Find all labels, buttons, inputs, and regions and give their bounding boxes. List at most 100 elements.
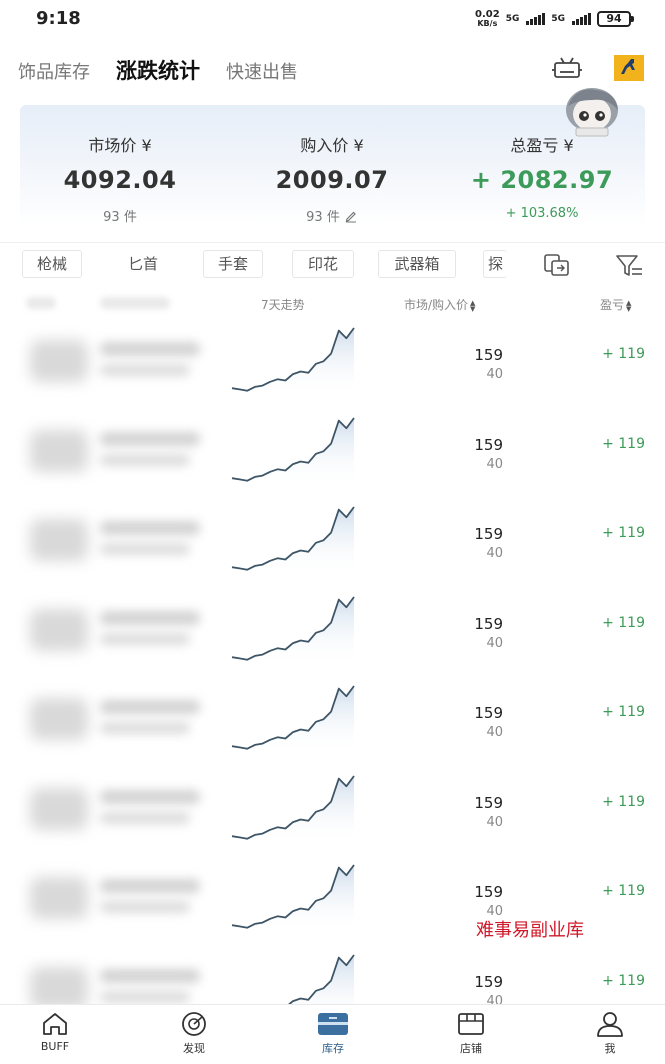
- header-blurred-2: [100, 297, 170, 309]
- table-row[interactable]: 159 40 + 119: [0, 768, 665, 858]
- purchase-count-wrap: 93 件: [232, 206, 432, 225]
- item-thumbnail: [30, 519, 88, 561]
- filter-chip-gloves[interactable]: 手套: [203, 250, 263, 278]
- table-row[interactable]: 159 40 + 119: [0, 410, 665, 500]
- discover-icon: [182, 1012, 206, 1036]
- item-thumbnail: [30, 877, 88, 919]
- net-speed-unit: KB/s: [477, 19, 498, 28]
- table-row[interactable]: 159 40 + 119: [0, 678, 665, 768]
- trend-sparkline: [231, 774, 355, 844]
- robot-icon[interactable]: [552, 56, 582, 80]
- mascot-sticker: [566, 88, 618, 137]
- item-subname-blurred: [100, 543, 190, 555]
- profit-value: + 119: [602, 346, 645, 362]
- profit-value: + 119: [602, 614, 645, 631]
- purchase-price-value: 2009.07: [275, 166, 389, 194]
- edit-icon[interactable]: [344, 209, 358, 223]
- profit-value: + 119: [602, 883, 645, 899]
- summary-market: 市场价 ¥ 4092.04 93 件: [20, 105, 220, 225]
- filter-chip-more[interactable]: 探: [483, 250, 507, 278]
- item-name-blurred: [100, 521, 200, 535]
- item-thumbnail: [30, 787, 88, 830]
- profile-icon: [597, 1012, 623, 1037]
- list-column-header: 7天走势 市场/购入价 ▲ ▼ 盈亏 ▲ ▼: [0, 292, 665, 316]
- item-subname-blurred: [100, 811, 190, 824]
- market-price-label: 市场价 ¥: [88, 136, 152, 155]
- table-row[interactable]: 159 40 + 119: [0, 320, 665, 410]
- filter-chip-knives[interactable]: 匕首: [110, 250, 176, 278]
- item-thumbnail: [30, 429, 88, 472]
- market-count: 93 件: [103, 210, 137, 225]
- market-price: 159: [474, 704, 503, 722]
- switch-view-icon[interactable]: [542, 251, 572, 279]
- purchase-count: 93 件: [306, 210, 340, 225]
- item-name-blurred: [100, 342, 200, 356]
- col-profit-label: 盈亏: [600, 298, 625, 312]
- net-speed-value: 0.02: [475, 9, 500, 20]
- item-name-blurred: [100, 789, 200, 804]
- top-tabs: 饰品库存 涨跌统计 快速出售: [18, 55, 298, 85]
- purchase-price-label: 购入价 ¥: [300, 136, 364, 155]
- item-subname-blurred: [100, 722, 190, 734]
- summary-card: 市场价 ¥ 4092.04 93 件 购入价 ¥ 2009.07 93 件 总盈…: [20, 105, 645, 225]
- inventory-icon: [318, 1013, 348, 1035]
- filter-chip-cases[interactable]: 武器箱: [378, 250, 456, 278]
- profit-value: + 119: [602, 972, 645, 989]
- market-price: 159: [474, 614, 503, 633]
- purchase-price: 40: [486, 725, 503, 740]
- table-row[interactable]: 159 40 + 119: [0, 589, 665, 679]
- filter-chip-guns[interactable]: 枪械: [22, 250, 82, 278]
- item-name-blurred: [100, 610, 200, 625]
- status-time: 9:18: [36, 8, 81, 29]
- item-name-blurred: [100, 700, 200, 714]
- total-profit-percent: + 103.68%: [505, 206, 579, 221]
- profit-value: + 119: [602, 793, 645, 810]
- trend-sparkline: [231, 685, 355, 754]
- col-profit-sort[interactable]: 盈亏 ▲ ▼: [600, 296, 632, 313]
- summary-purchase: 购入价 ¥ 2009.07 93 件: [232, 105, 432, 225]
- filter-icon[interactable]: [614, 251, 644, 279]
- nav-label-discover: 发现: [183, 1042, 205, 1055]
- shop-icon: [458, 1013, 484, 1035]
- trend-sparkline: [231, 327, 355, 396]
- nav-label-inventory: 库存: [322, 1042, 344, 1055]
- game-switch-icon[interactable]: [614, 55, 644, 81]
- bottom-nav: BUFF 发现 库存 店铺 我: [0, 1004, 665, 1064]
- tab-quick-sell[interactable]: 快速出售: [226, 58, 298, 84]
- purchase-price: 40: [486, 546, 503, 561]
- trend-sparkline: [231, 506, 355, 575]
- item-thumbnail: [30, 966, 88, 1009]
- profit-value: + 119: [602, 704, 645, 720]
- network-label-2: 5G: [551, 13, 565, 24]
- market-price: 159: [474, 435, 503, 454]
- item-subname-blurred: [100, 990, 190, 1003]
- nav-shop[interactable]: 店铺: [431, 1011, 511, 1056]
- trend-sparkline: [231, 416, 355, 486]
- market-price: 159: [474, 972, 503, 991]
- trend-sparkline: [231, 595, 355, 665]
- watermark-text: 难事易副业库: [476, 920, 584, 941]
- col-price-sort[interactable]: 市场/购入价 ▲ ▼: [404, 296, 476, 313]
- filter-chip-stickers[interactable]: 印花: [292, 250, 354, 278]
- nav-profile[interactable]: 我: [570, 1011, 650, 1056]
- market-price: 159: [474, 883, 503, 901]
- trend-sparkline: [231, 864, 355, 933]
- nav-inventory[interactable]: 库存: [293, 1011, 373, 1056]
- battery-icon: 94: [597, 11, 634, 27]
- network-label-1: 5G: [505, 13, 520, 24]
- market-price: 159: [474, 346, 503, 364]
- profit-value: + 119: [602, 525, 645, 541]
- item-subname-blurred: [100, 453, 190, 466]
- table-row[interactable]: 159 40 + 119: [0, 499, 665, 589]
- purchase-price: 40: [486, 367, 503, 382]
- net-speed: 0.02 KB/s: [475, 9, 500, 29]
- tab-inventory[interactable]: 饰品库存: [18, 58, 90, 84]
- tab-price-stats[interactable]: 涨跌统计: [116, 55, 200, 85]
- nav-label-shop: 店铺: [460, 1042, 482, 1055]
- nav-discover[interactable]: 发现: [154, 1011, 234, 1056]
- signal-icon: [526, 13, 546, 25]
- item-name-blurred: [100, 431, 200, 446]
- purchase-price: 40: [486, 814, 503, 830]
- home-icon: [43, 1013, 67, 1035]
- nav-buff[interactable]: BUFF: [15, 1011, 95, 1053]
